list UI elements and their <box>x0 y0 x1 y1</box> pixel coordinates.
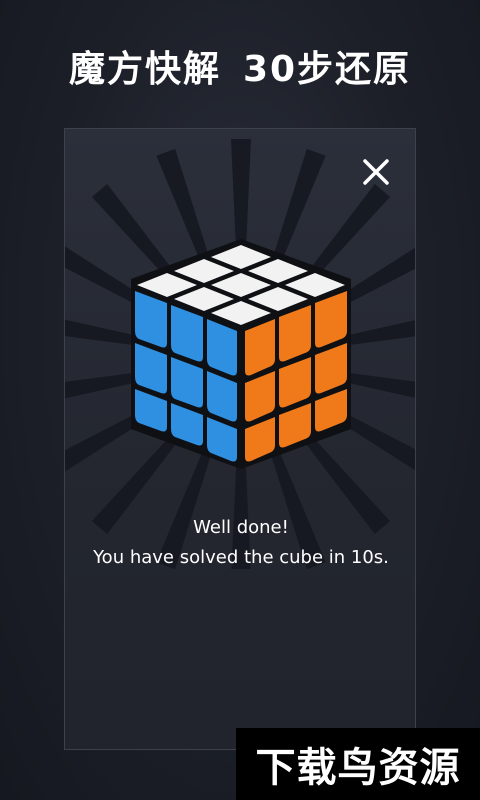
close-icon <box>363 159 389 185</box>
page-title-part2: 30步还原 <box>242 49 412 90</box>
close-button[interactable] <box>361 157 391 187</box>
screen: 魔方快解 30步还原 Well done! You have solved th… <box>0 0 480 800</box>
success-title: Well done! <box>193 517 289 538</box>
result-dialog: Well done! You have solved the cube in 1… <box>64 128 416 750</box>
watermark-logo: 下载鸟资源 <box>236 728 480 800</box>
page-title: 魔方快解 30步还原 <box>0 40 480 92</box>
watermark-text: 下载鸟资源 <box>255 745 461 791</box>
page-title-part1: 魔方快解 <box>68 49 221 90</box>
success-message: You have solved the cube in 10s. <box>93 547 389 568</box>
rubiks-cube-icon <box>131 239 351 469</box>
